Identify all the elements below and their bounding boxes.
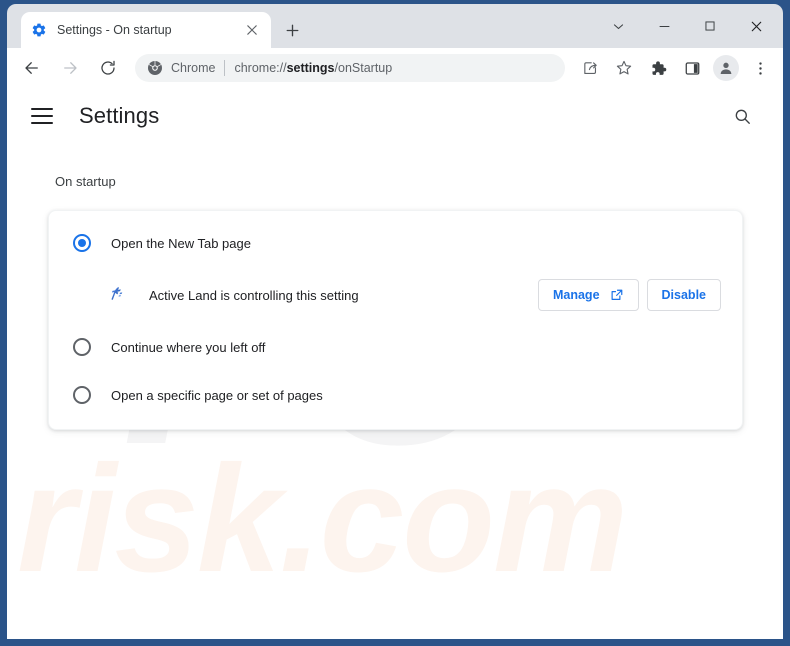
gear-icon xyxy=(31,22,47,38)
page-title: Settings xyxy=(79,103,160,128)
omnibox-scheme-label: Chrome xyxy=(171,61,216,75)
external-link-icon xyxy=(609,288,624,303)
manage-button[interactable]: Manage xyxy=(537,279,639,311)
radio-button[interactable] xyxy=(73,386,91,404)
radio-button-selected[interactable] xyxy=(73,234,91,252)
window-caption-controls xyxy=(595,4,779,48)
on-startup-card: Open the New Tab page Active Land is con… xyxy=(48,210,743,430)
hamburger-menu-icon[interactable] xyxy=(31,103,57,129)
omnibox-divider xyxy=(224,60,226,76)
tab-title: Settings - On startup xyxy=(57,23,172,37)
more-menu-icon[interactable] xyxy=(746,54,774,82)
reload-icon[interactable] xyxy=(93,53,123,83)
chrome-logo-icon xyxy=(147,60,163,76)
startup-option-continue[interactable]: Continue where you left off xyxy=(49,323,742,371)
url-bold: settings xyxy=(286,61,335,75)
disable-button[interactable]: Disable xyxy=(646,279,721,311)
url-prefix: chrome:// xyxy=(234,61,287,75)
browser-toolbar: Chrome chrome://settings/onStartup xyxy=(7,48,783,88)
search-icon[interactable] xyxy=(729,103,755,129)
close-icon[interactable] xyxy=(243,21,261,39)
url-suffix: /onStartup xyxy=(334,61,393,75)
option-label: Open the New Tab page xyxy=(111,235,251,251)
extension-notice-text: Active Land is controlling this setting xyxy=(149,287,359,303)
chevron-down-icon[interactable] xyxy=(595,4,641,48)
extension-actions: Manage Disable xyxy=(537,279,721,311)
minimize-icon[interactable] xyxy=(641,4,687,48)
browser-window: Settings - On startup Chrome chrome://se… xyxy=(0,0,790,646)
side-panel-icon[interactable] xyxy=(678,54,706,82)
omnibox-url: chrome://settings/onStartup xyxy=(234,61,392,75)
back-arrow-icon[interactable] xyxy=(17,53,47,83)
address-bar[interactable]: Chrome chrome://settings/onStartup xyxy=(135,54,565,82)
disable-button-label: Disable xyxy=(661,288,706,302)
close-window-icon[interactable] xyxy=(733,4,779,48)
section-label: On startup xyxy=(55,174,116,189)
settings-header: Settings xyxy=(7,88,783,144)
option-label: Continue where you left off xyxy=(111,339,266,355)
maximize-icon[interactable] xyxy=(687,4,733,48)
bookmark-star-icon[interactable] xyxy=(610,54,638,82)
tab-strip: Settings - On startup xyxy=(7,4,783,48)
share-icon[interactable] xyxy=(576,54,604,82)
startup-option-new-tab[interactable]: Open the New Tab page xyxy=(49,219,742,267)
extensions-puzzle-icon[interactable] xyxy=(644,54,672,82)
manage-button-label: Manage xyxy=(552,288,600,302)
option-label: Open a specific page or set of pages xyxy=(111,387,323,403)
watermark-risk: risk.com xyxy=(17,434,628,604)
settings-page: PC risk.com Settings On startup Open the… xyxy=(7,88,783,639)
radio-button[interactable] xyxy=(73,338,91,356)
new-tab-button[interactable] xyxy=(279,17,305,43)
startup-option-specific-page[interactable]: Open a specific page or set of pages xyxy=(49,371,742,419)
forward-arrow-icon xyxy=(55,53,85,83)
extension-logo-icon xyxy=(107,285,127,305)
profile-avatar-icon[interactable] xyxy=(713,55,739,81)
extension-notice-row: Active Land is controlling this setting … xyxy=(49,267,742,323)
browser-tab[interactable]: Settings - On startup xyxy=(21,12,271,48)
